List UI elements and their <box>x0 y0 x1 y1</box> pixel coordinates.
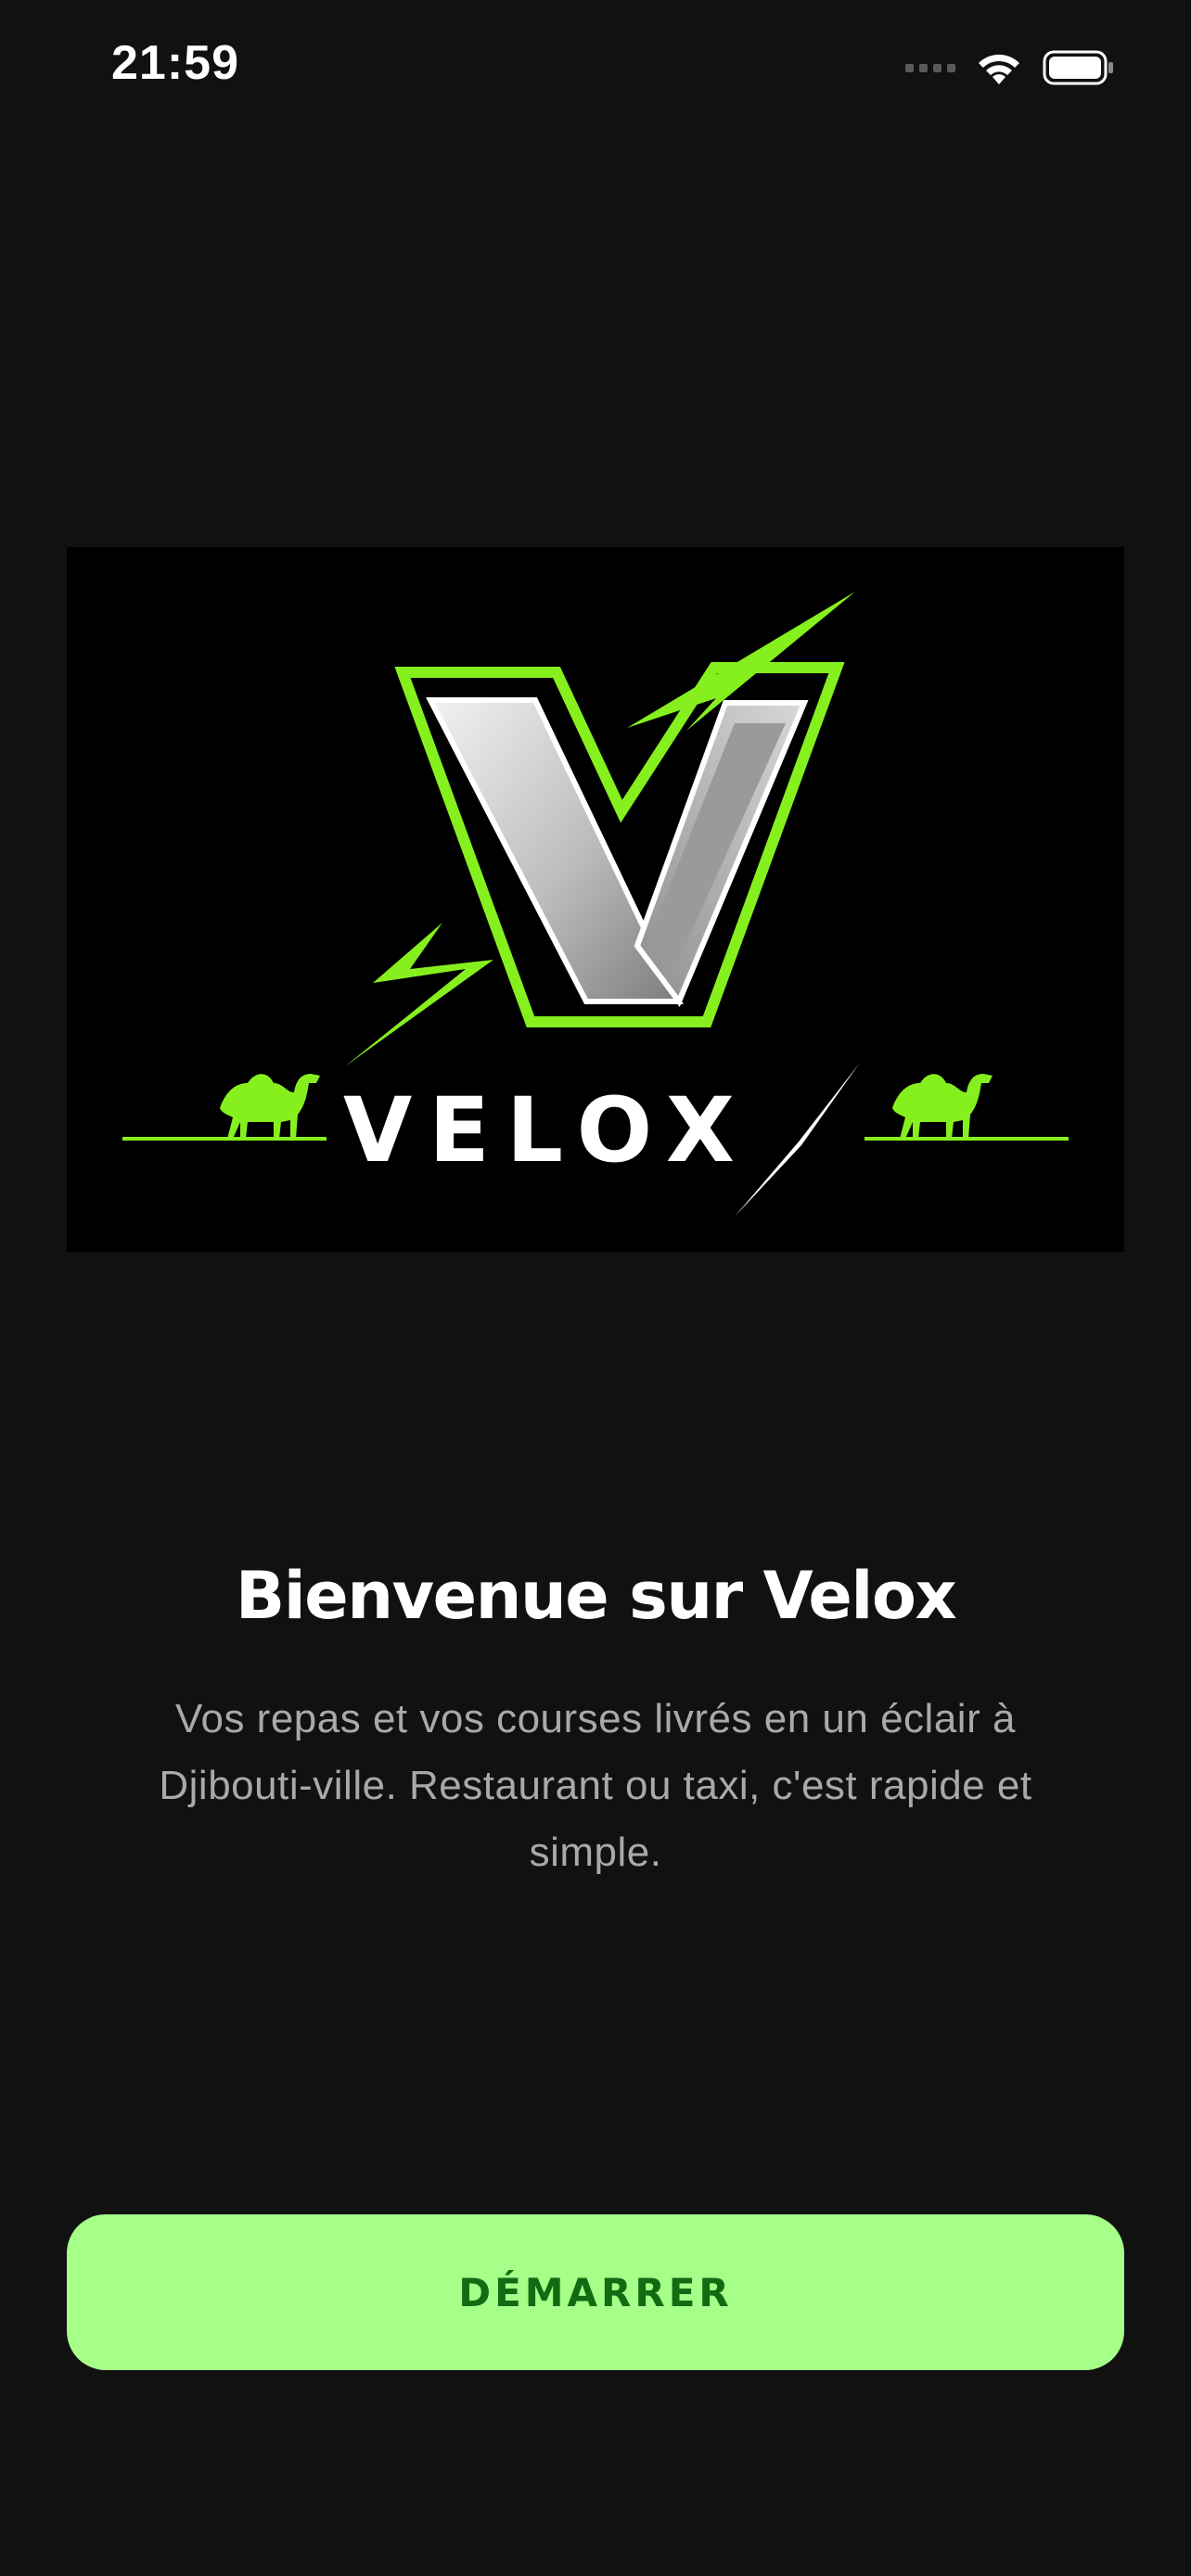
status-icons <box>905 45 1115 91</box>
camel-icon <box>892 1074 992 1139</box>
start-button-label: DÉMARRER <box>458 2269 733 2315</box>
signal-dots-icon <box>905 63 955 72</box>
welcome-title: Bienvenue sur Velox <box>235 1558 957 1634</box>
status-bar: 21:59 <box>0 0 1191 139</box>
camel-icon <box>220 1074 320 1139</box>
battery-icon <box>1043 50 1113 85</box>
velox-wordmark: VELOX <box>343 1078 751 1182</box>
wifi-icon <box>979 54 1019 84</box>
velox-logo-graphic: VELOX <box>122 592 1069 1217</box>
start-button[interactable]: DÉMARRER <box>67 2214 1124 2370</box>
status-time: 21:59 <box>111 36 239 90</box>
velox-logo: VELOX <box>67 547 1124 1252</box>
welcome-description: Vos repas et vos courses livrés en un éc… <box>159 1696 1032 1875</box>
